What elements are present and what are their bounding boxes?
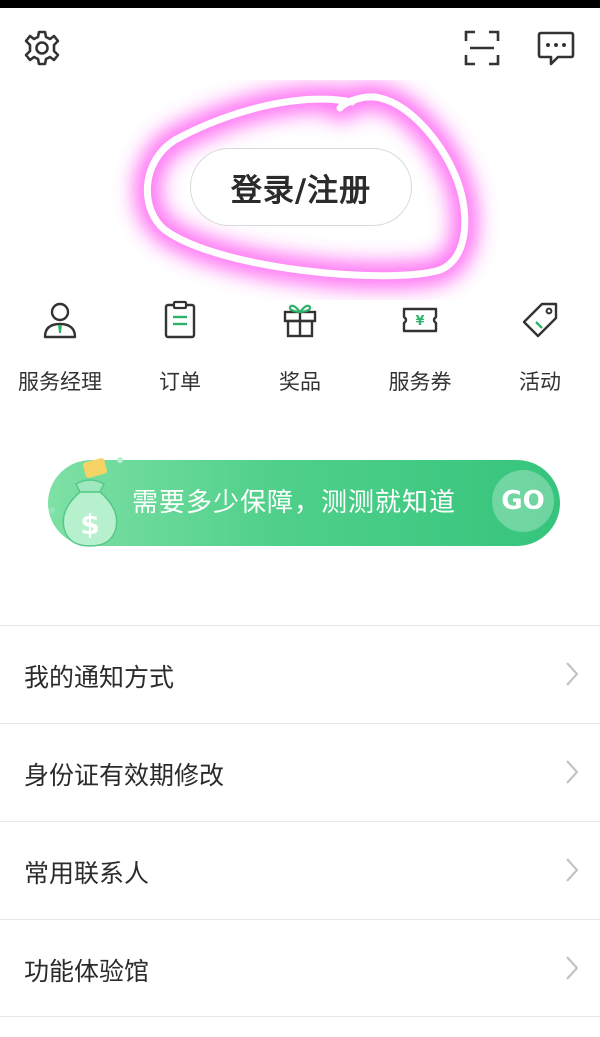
quick-link-label: 服务经理	[18, 370, 102, 394]
quick-link-activities[interactable]: 活动	[480, 296, 600, 406]
gear-icon	[24, 30, 60, 66]
quick-link-coupons[interactable]: ¥ 服务券	[360, 296, 480, 406]
quick-link-label: 订单	[159, 370, 201, 394]
login-area: 登录/注册	[0, 80, 600, 300]
menu-item-feature-hall[interactable]: 功能体验馆	[0, 919, 600, 1017]
quick-link-prizes[interactable]: 奖品	[240, 296, 360, 406]
insurance-quiz-banner[interactable]: $ 需要多少保障，测测就知道 GO	[40, 454, 560, 554]
svg-text:¥: ¥	[415, 314, 424, 329]
menu-item-label: 身份证有效期修改	[24, 761, 225, 790]
svg-text:$: $	[80, 508, 99, 541]
manager-icon	[43, 302, 77, 339]
clipboard-icon	[164, 300, 196, 339]
chevron-right-icon	[566, 858, 579, 882]
quick-link-orders[interactable]: 订单	[120, 296, 240, 406]
chevron-right-icon	[566, 662, 579, 686]
login-register-button[interactable]: 登录/注册	[190, 148, 412, 226]
quick-link-label: 活动	[519, 370, 561, 394]
menu-item-label: 我的通知方式	[24, 663, 175, 692]
scan-icon	[464, 30, 500, 66]
menu-item-contacts[interactable]: 常用联系人	[0, 821, 600, 919]
quick-link-label: 奖品	[279, 370, 321, 394]
status-bar	[0, 0, 600, 8]
tag-icon	[522, 302, 558, 338]
message-button[interactable]	[536, 28, 576, 68]
quick-link-manager[interactable]: 服务经理	[0, 296, 120, 406]
menu-item-notification[interactable]: 我的通知方式	[0, 625, 600, 723]
coupon-icon: ¥	[402, 307, 438, 333]
quick-link-label: 服务券	[388, 370, 452, 394]
go-button[interactable]: GO	[492, 470, 554, 532]
message-icon	[537, 31, 575, 66]
menu-item-label: 常用联系人	[24, 859, 150, 888]
gift-icon	[283, 304, 317, 338]
chevron-right-icon	[566, 956, 579, 980]
settings-menu-list: 我的通知方式 身份证有效期修改 常用联系人 功能体验馆	[0, 625, 600, 1017]
scan-button[interactable]	[462, 28, 502, 68]
money-bag-icon: $	[49, 457, 123, 547]
menu-item-label: 功能体验馆	[24, 957, 150, 986]
chevron-right-icon	[566, 760, 579, 784]
quick-links: 服务经理 订单 奖品 ¥ 服务券 活动	[0, 296, 600, 406]
menu-item-id-validity[interactable]: 身份证有效期修改	[0, 723, 600, 821]
settings-button[interactable]	[22, 28, 62, 68]
banner-text: 需要多少保障，测测就知道	[132, 488, 457, 518]
